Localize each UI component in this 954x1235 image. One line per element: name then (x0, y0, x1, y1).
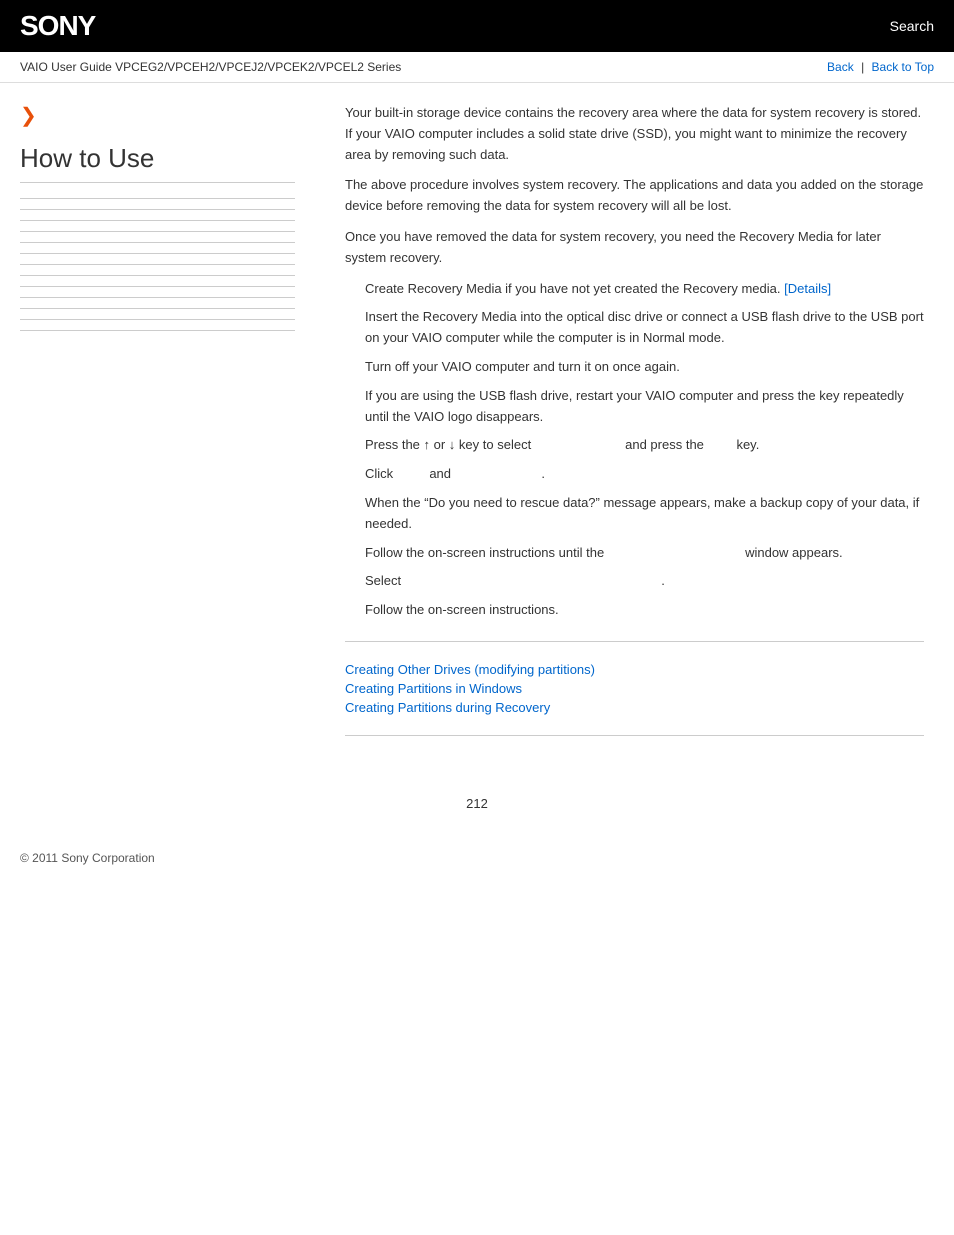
sidebar-divider-1 (20, 198, 295, 199)
arrows-placeholder (535, 437, 622, 452)
breadcrumb-bar: VAIO User Guide VPCEG2/VPCEH2/VPCEJ2/VPC… (0, 52, 954, 83)
select-text: Select . (365, 571, 924, 592)
indented-block-8: Follow the on-screen instructions. (365, 600, 924, 621)
content-divider-2 (345, 735, 924, 736)
indented-block-7: Select . (365, 571, 924, 592)
related-link-1[interactable]: Creating Other Drives (modifying partiti… (345, 662, 924, 677)
indented-block-2: Insert the Recovery Media into the optic… (365, 307, 924, 349)
breadcrumb: VAIO User Guide VPCEG2/VPCEH2/VPCEJ2/VPC… (20, 60, 401, 74)
back-link[interactable]: Back (827, 60, 854, 74)
content-area: Your built-in storage device contains th… (315, 83, 954, 776)
sidebar-divider-11 (20, 308, 295, 309)
sony-logo: SONY (20, 10, 95, 42)
chevron-right-icon: ❯ (20, 103, 295, 128)
insert-recovery-text: Insert the Recovery Media into the optic… (365, 307, 924, 349)
paragraph-2: The above procedure involves system reco… (345, 175, 924, 217)
rescue-data-text: When the “Do you need to rescue data?” m… (365, 493, 924, 535)
follow-instructions-1: Follow the on-screen instructions until … (365, 543, 924, 564)
related-links: Creating Other Drives (modifying partiti… (345, 662, 924, 715)
footer: © 2011 Sony Corporation (0, 831, 954, 885)
page-number: 212 (0, 776, 954, 831)
sidebar-divider-12 (20, 319, 295, 320)
related-link-2[interactable]: Creating Partitions in Windows (345, 681, 924, 696)
sidebar-divider-13 (20, 330, 295, 331)
copyright-text: © 2011 Sony Corporation (20, 851, 155, 865)
details-link[interactable]: [Details] (784, 281, 831, 296)
follow-instructions-2: Follow the on-screen instructions. (365, 600, 924, 621)
create-recovery-text: Create Recovery Media if you have not ye… (365, 279, 924, 300)
usb-flash-text: If you are using the USB flash drive, re… (365, 386, 924, 428)
back-to-top-link[interactable]: Back to Top (872, 60, 934, 74)
sidebar: ❯ How to Use (0, 83, 315, 776)
search-button[interactable]: Search (890, 18, 934, 34)
sidebar-divider-9 (20, 286, 295, 287)
indented-block-5: Click and . When the “Do you need to res… (365, 464, 924, 534)
indented-block-4: Press the ↑ or ↓ key to select and press… (365, 435, 924, 456)
sidebar-title: How to Use (20, 143, 295, 183)
turn-off-text: Turn off your VAIO computer and turn it … (365, 357, 924, 378)
sidebar-divider-3 (20, 220, 295, 221)
indented-block-6: Follow the on-screen instructions until … (365, 543, 924, 564)
paragraph-3: Once you have removed the data for syste… (345, 227, 924, 269)
related-link-3[interactable]: Creating Partitions during Recovery (345, 700, 924, 715)
separator: | (861, 60, 867, 74)
sidebar-divider-7 (20, 264, 295, 265)
sidebar-divider-4 (20, 231, 295, 232)
nav-links: Back | Back to Top (827, 60, 934, 74)
main-layout: ❯ How to Use Your built-in storage devic… (0, 83, 954, 776)
content-divider-1 (345, 641, 924, 642)
indented-block-3: Turn off your VAIO computer and turn it … (365, 357, 924, 427)
sidebar-divider-6 (20, 253, 295, 254)
sidebar-divider-2 (20, 209, 295, 210)
header: SONY Search (0, 0, 954, 52)
press-key-text: Press the ↑ or ↓ key to select and press… (365, 435, 924, 456)
indented-block-1: Create Recovery Media if you have not ye… (365, 279, 924, 300)
sidebar-divider-10 (20, 297, 295, 298)
click-text: Click and . (365, 464, 924, 485)
sidebar-divider-5 (20, 242, 295, 243)
paragraph-1: Your built-in storage device contains th… (345, 103, 924, 165)
sidebar-divider-8 (20, 275, 295, 276)
